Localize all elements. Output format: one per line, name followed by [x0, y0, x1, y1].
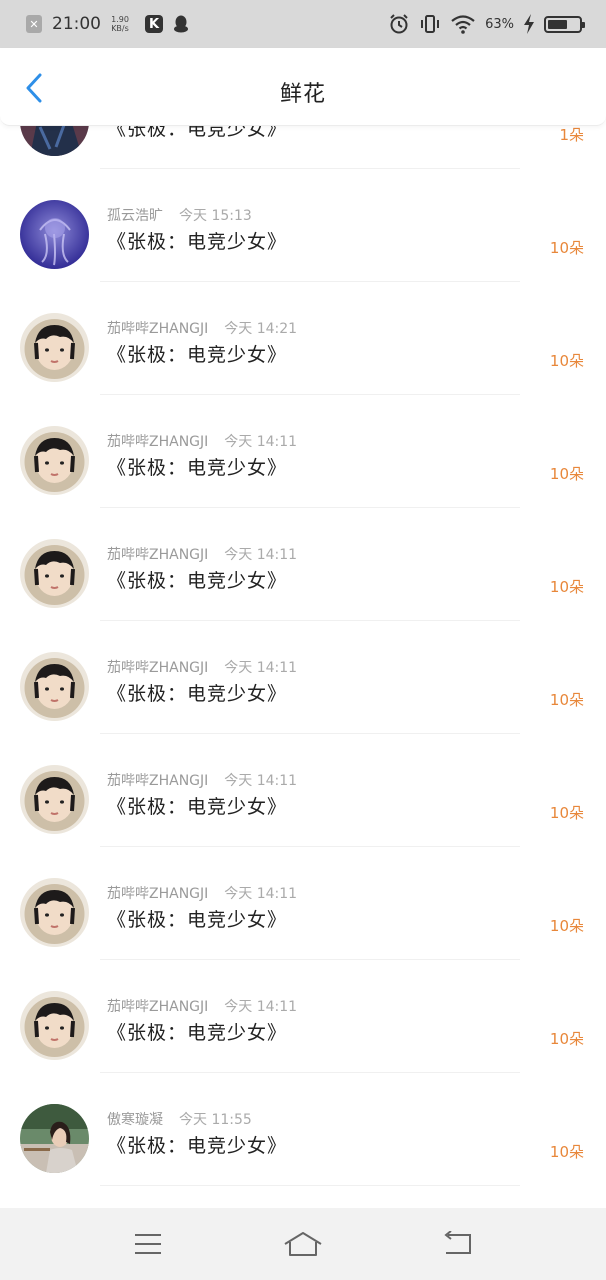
charging-bolt-icon [524, 14, 534, 34]
work-title[interactable]: 《张极：电竞少女》 [107, 566, 287, 593]
status-time: 21:00 [52, 14, 101, 34]
flower-list-content: 易聊静云今天 15:34《张极：电竞少女》1朵孤云浩旷今天 15:13《张极：电… [0, 126, 606, 1186]
k-app-icon: K [145, 15, 163, 33]
divider [100, 1185, 520, 1186]
flower-count: 10朵 [549, 578, 584, 596]
username[interactable]: 茄哔哔ZHANGJI [107, 547, 208, 563]
list-item[interactable]: 易聊静云今天 15:34《张极：电竞少女》1朵 [0, 126, 606, 169]
timestamp: 今天 14:11 [224, 434, 298, 450]
item-meta: 茄哔哔ZHANGJI 今天 14:21 [107, 318, 297, 338]
timestamp: 今天 14:11 [224, 547, 298, 563]
back-icon [444, 1231, 472, 1254]
list-item[interactable]: 傲寒璇凝 今天 11:55 《张极：电竞少女》 10朵 [0, 1073, 606, 1186]
timestamp: 今天 14:21 [224, 321, 298, 337]
flower-count: 10朵 [549, 239, 584, 257]
close-notification-icon: ✕ [26, 15, 42, 33]
system-nav-bar [0, 1208, 606, 1280]
network-speed: 1.90 KB/s [109, 15, 131, 33]
list-item[interactable]: 茄哔哔ZHANGJI 今天 14:11 《张极：电竞少女》 10朵 [0, 621, 606, 734]
avatar[interactable] [20, 539, 89, 608]
item-meta: 茄哔哔ZHANGJI 今天 14:11 [107, 770, 297, 790]
list-item[interactable]: 孤云浩旷 今天 15:13 《张极：电竞少女》 10朵 [0, 169, 606, 282]
flower-count: 10朵 [549, 804, 584, 822]
item-meta: 傲寒璇凝 今天 11:55 [107, 1109, 252, 1129]
home-button[interactable] [273, 1219, 333, 1269]
list-item[interactable]: 茄哔哔ZHANGJI 今天 14:11 《张极：电竞少女》 10朵 [0, 847, 606, 960]
vibrate-icon [421, 15, 440, 33]
work-title[interactable]: 《张极：电竞少女》 [107, 126, 287, 141]
list-item[interactable]: 茄哔哔ZHANGJI 今天 14:21 《张极：电竞少女》 10朵 [0, 282, 606, 395]
timestamp: 今天 15:13 [179, 208, 252, 224]
network-speed-unit: KB/s [111, 24, 129, 33]
timestamp: 今天 14:11 [224, 886, 298, 902]
nav-back-button[interactable] [428, 1219, 488, 1269]
avatar[interactable] [20, 126, 89, 156]
battery-level [548, 19, 567, 29]
avatar[interactable] [20, 765, 89, 834]
qq-penguin-icon [174, 15, 188, 33]
item-meta: 茄哔哔ZHANGJI 今天 14:11 [107, 996, 297, 1016]
menu-icon [134, 1234, 161, 1254]
username[interactable]: 茄哔哔ZHANGJI [107, 773, 208, 789]
menu-button[interactable] [118, 1219, 178, 1269]
work-title[interactable]: 《张极：电竞少女》 [107, 227, 287, 254]
username[interactable]: 孤云浩旷 [107, 208, 163, 224]
work-title[interactable]: 《张极：电竞少女》 [107, 453, 287, 480]
battery-percent: 63% [485, 16, 514, 32]
page-title: 鲜花 [279, 82, 326, 107]
flower-list[interactable]: 易聊静云今天 15:34《张极：电竞少女》1朵孤云浩旷今天 15:13《张极：电… [0, 126, 606, 1208]
item-meta: 孤云浩旷 今天 15:13 [107, 205, 252, 225]
flower-count: 10朵 [549, 352, 584, 370]
username[interactable]: 茄哔哔ZHANGJI [107, 886, 208, 902]
avatar[interactable] [20, 426, 89, 495]
item-meta: 茄哔哔ZHANGJI 今天 14:11 [107, 883, 297, 903]
list-item[interactable]: 茄哔哔ZHANGJI 今天 14:11 《张极：电竞少女》 10朵 [0, 508, 606, 621]
alarm-icon [390, 14, 408, 34]
battery-icon [544, 15, 585, 33]
avatar[interactable] [20, 313, 89, 382]
work-title[interactable]: 《张极：电竞少女》 [107, 905, 287, 932]
work-title[interactable]: 《张极：电竞少女》 [107, 340, 287, 367]
work-title[interactable]: 《张极：电竞少女》 [107, 792, 287, 819]
item-meta: 茄哔哔ZHANGJI 今天 14:11 [107, 544, 297, 564]
timestamp: 今天 14:11 [224, 660, 298, 676]
avatar[interactable] [20, 200, 89, 269]
item-meta: 茄哔哔ZHANGJI 今天 14:11 [107, 657, 297, 677]
status-bar: ✕ 21:00 1.90 KB/s K 63% [0, 0, 606, 48]
timestamp: 今天 14:11 [224, 999, 298, 1015]
work-title[interactable]: 《张极：电竞少女》 [107, 679, 287, 706]
flower-count: 10朵 [549, 1030, 584, 1048]
wifi-icon [451, 15, 475, 34]
list-item[interactable]: 茄哔哔ZHANGJI 今天 14:11 《张极：电竞少女》 10朵 [0, 734, 606, 847]
header: 鲜花 [0, 48, 606, 126]
home-icon [284, 1232, 322, 1256]
work-title[interactable]: 《张极：电竞少女》 [107, 1018, 287, 1045]
avatar[interactable] [20, 991, 89, 1060]
username[interactable]: 茄哔哔ZHANGJI [107, 660, 208, 676]
work-title[interactable]: 《张极：电竞少女》 [107, 1131, 287, 1158]
flower-count: 10朵 [549, 917, 584, 935]
avatar[interactable] [20, 652, 89, 721]
username[interactable]: 茄哔哔ZHANGJI [107, 321, 208, 337]
timestamp: 今天 11:55 [179, 1112, 252, 1128]
list-item[interactable]: 茄哔哔ZHANGJI 今天 14:11 《张极：电竞少女》 10朵 [0, 960, 606, 1073]
flower-count: 10朵 [549, 1143, 584, 1161]
flower-count: 10朵 [549, 691, 584, 709]
avatar[interactable] [20, 878, 89, 947]
network-speed-value: 1.90 [111, 15, 129, 24]
list-item[interactable]: 茄哔哔ZHANGJI 今天 14:11 《张极：电竞少女》 10朵 [0, 395, 606, 508]
flower-count: 1朵 [559, 126, 584, 144]
timestamp: 今天 14:11 [224, 773, 298, 789]
flower-count: 10朵 [549, 465, 584, 483]
username[interactable]: 茄哔哔ZHANGJI [107, 999, 208, 1015]
avatar[interactable] [20, 1104, 89, 1173]
item-meta: 茄哔哔ZHANGJI 今天 14:11 [107, 431, 297, 451]
username[interactable]: 茄哔哔ZHANGJI [107, 434, 208, 450]
username[interactable]: 傲寒璇凝 [107, 1112, 163, 1128]
